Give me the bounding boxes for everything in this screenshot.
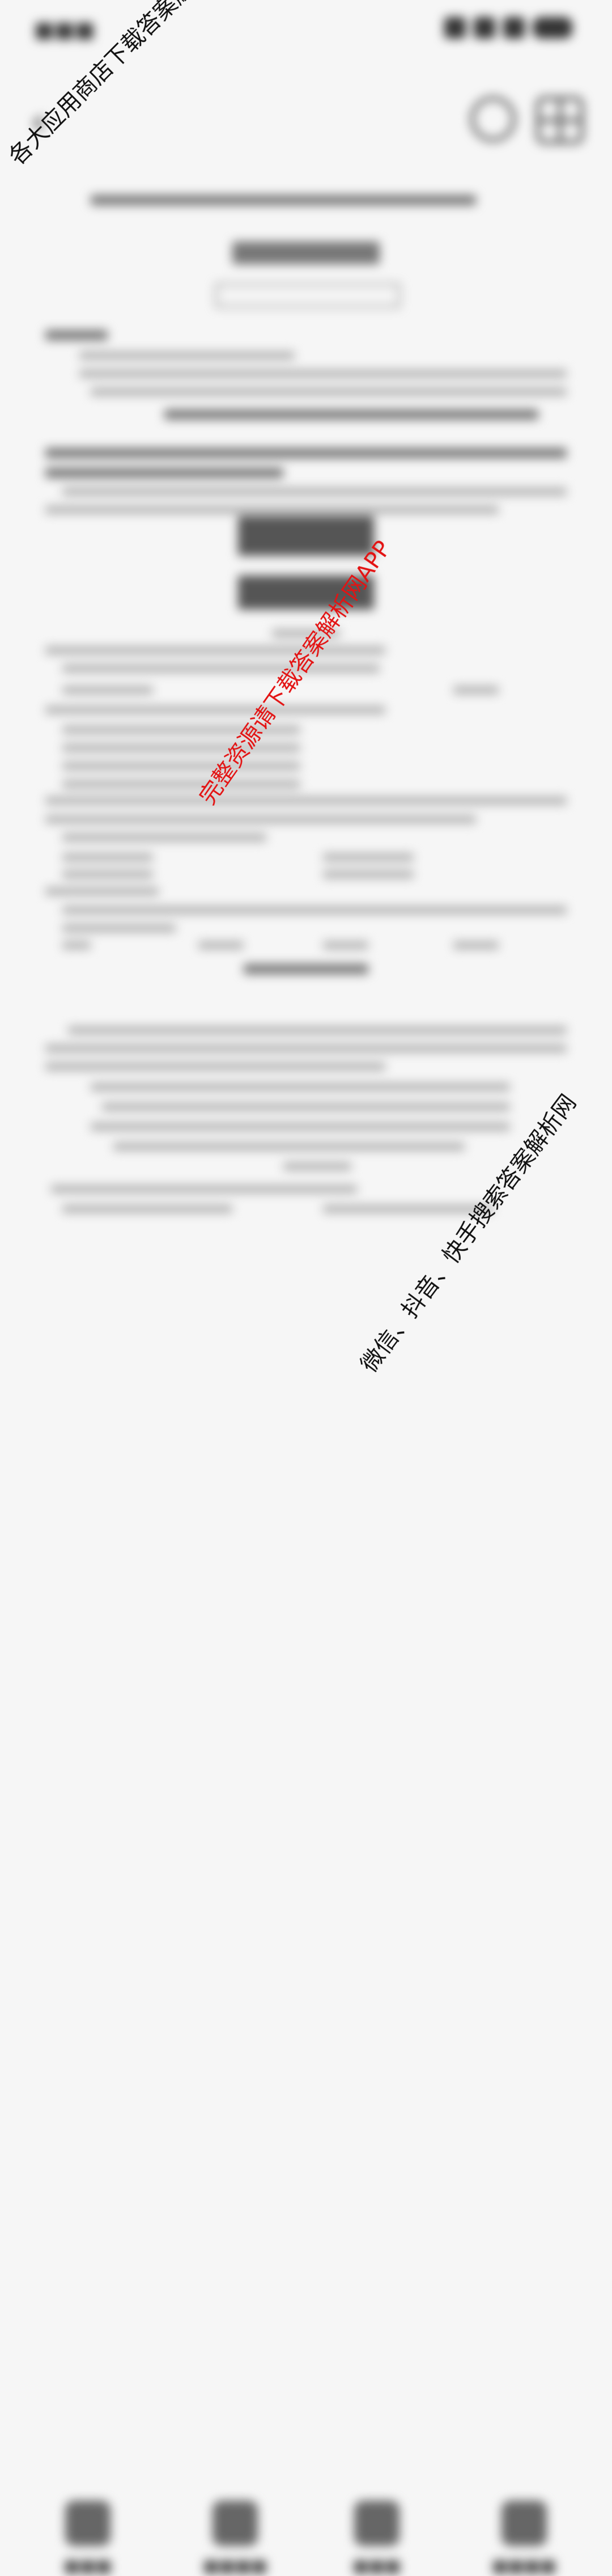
document-header-line	[91, 187, 476, 210]
signal-icon	[444, 17, 466, 39]
tab-label: ■■■	[63, 2556, 112, 2576]
tab-icon	[502, 2501, 547, 2546]
tab-icon	[212, 2501, 258, 2546]
tab-item[interactable]: ■■■	[40, 2501, 136, 2576]
history-icon[interactable]	[470, 96, 516, 142]
tab-icon	[354, 2501, 400, 2546]
figure-block	[238, 516, 374, 556]
network-icon	[503, 17, 525, 39]
status-icons	[444, 17, 572, 39]
tab-icon	[65, 2501, 110, 2546]
document-paper-label	[215, 284, 400, 307]
tab-label: ■■■	[352, 2556, 401, 2576]
grid-icon[interactable]	[536, 96, 584, 144]
tab-item[interactable]: ■■■■	[476, 2501, 572, 2576]
tab-item[interactable]: ■■■	[329, 2501, 425, 2576]
tab-label: ■■■■	[203, 2556, 267, 2576]
tab-item[interactable]: ■■■■	[187, 2501, 283, 2576]
status-time: ■■■	[34, 17, 95, 42]
wifi-icon	[474, 17, 495, 39]
battery-icon	[533, 17, 572, 39]
tab-label: ■■■■	[492, 2556, 556, 2576]
bottom-toolbar: ■■■ ■■■■ ■■■ ■■■■	[0, 1242, 612, 2576]
